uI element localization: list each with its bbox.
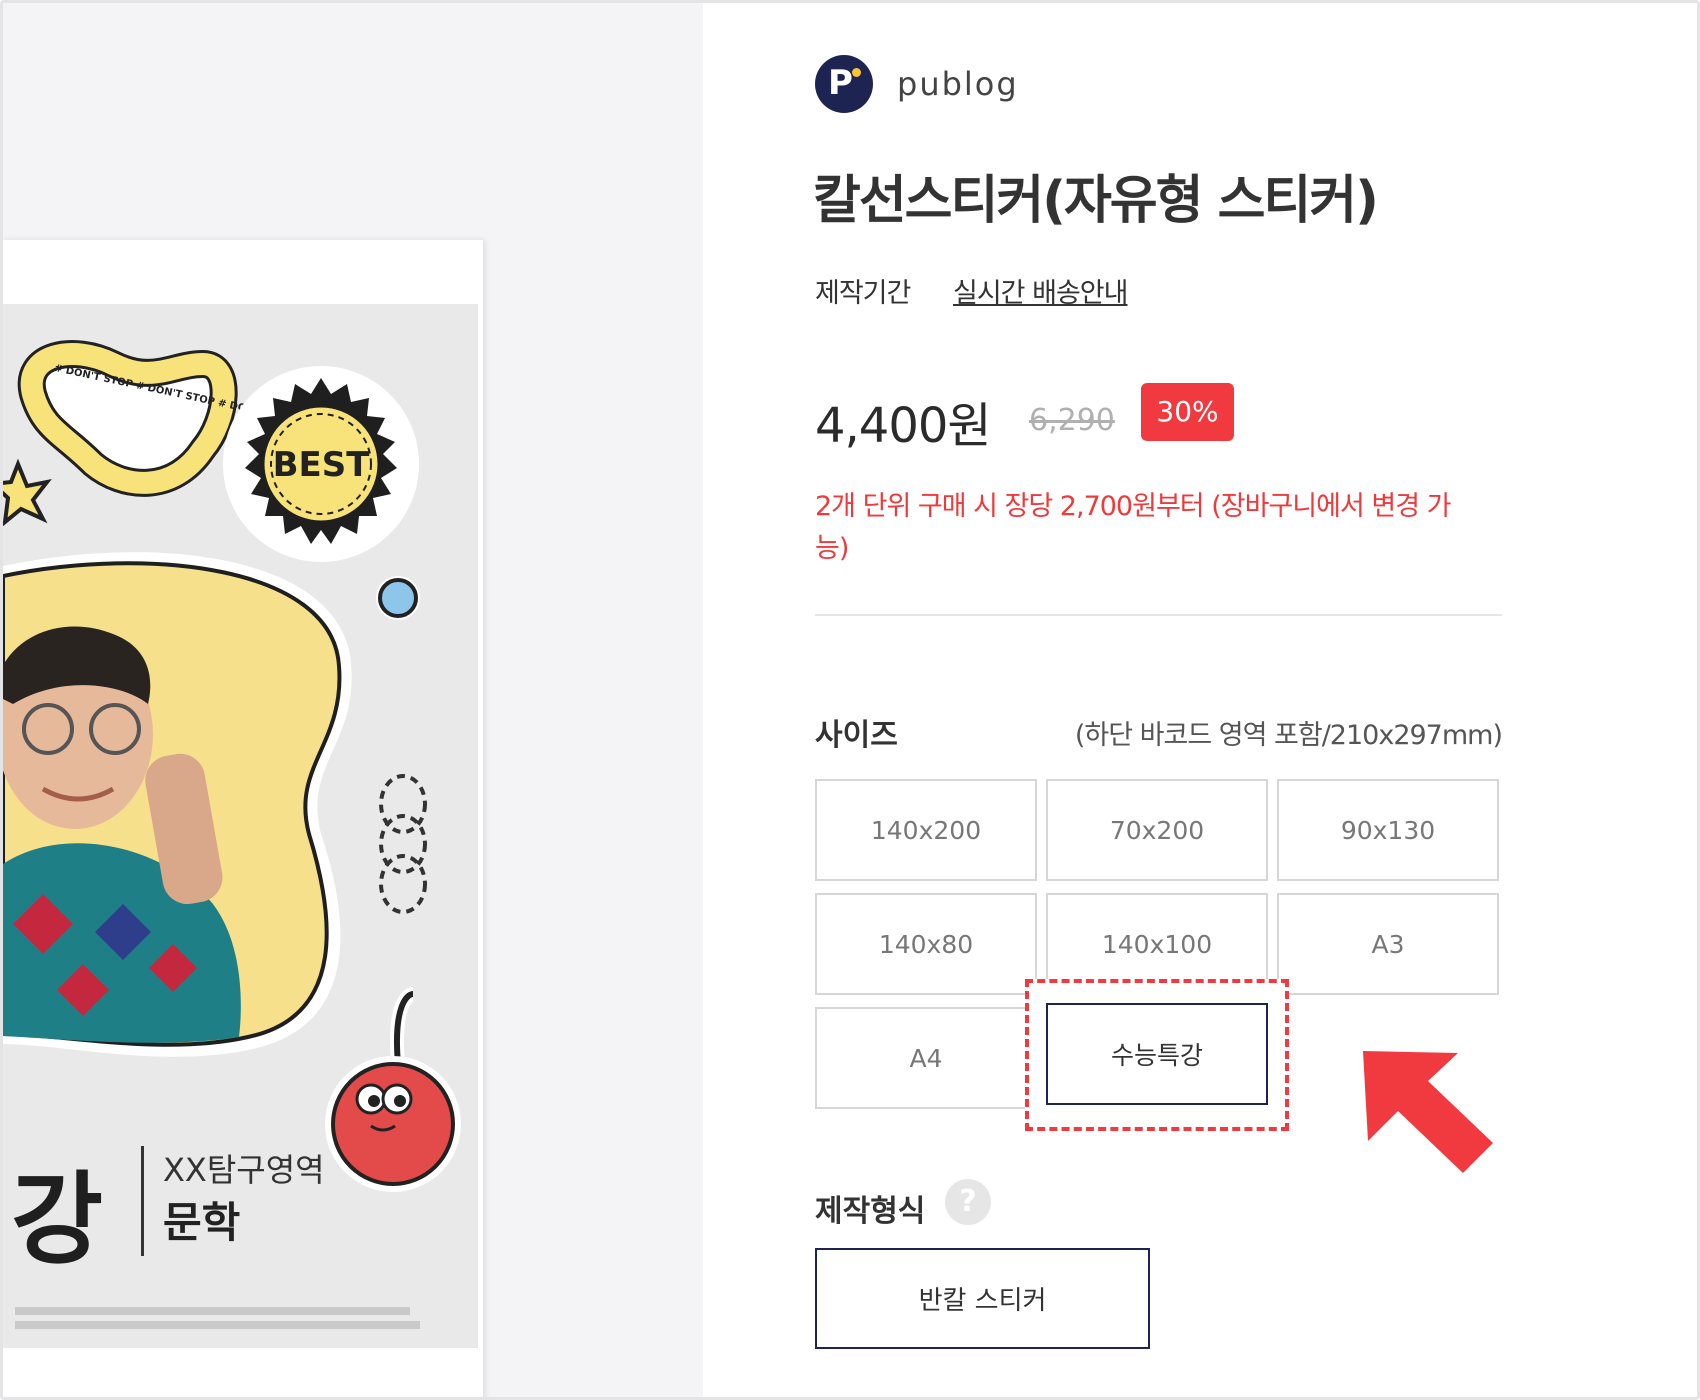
bulk-discount-notice: 2개 단위 구매 시 장당 2,700원부터 (장바구니에서 변경 가능) [815, 491, 1451, 564]
star-sticker [3, 458, 52, 527]
poster-big-text: 강 [11, 1161, 103, 1278]
size-option-70x200[interactable]: 70x200 [1046, 779, 1268, 881]
product-title: 칼선스티커(자유형 스티커) [813, 171, 1379, 231]
pointer-arrow-icon [1363, 1051, 1493, 1173]
format-section-label: 제작형식 [815, 1194, 926, 1229]
spring-doodle [379, 774, 427, 914]
product-preview-image: # DON'T STOP # DON'T STOP # DON'T STOP B… [3, 304, 478, 1348]
product-preview-card: # DON'T STOP # DON'T STOP # DON'T STOP B… [3, 240, 483, 1397]
best-badge-sticker: BEST [223, 366, 419, 562]
size-option-140x80[interactable]: 140x80 [815, 893, 1037, 995]
brand-logo-letter: P [828, 63, 853, 103]
size-option-suneung-selected[interactable]: 수능특강 [1046, 1003, 1268, 1105]
brand-name[interactable]: publog [897, 65, 1019, 103]
preview-panel: # DON'T STOP # DON'T STOP # DON'T STOP B… [3, 3, 703, 1397]
size-option-140x200[interactable]: 140x200 [815, 779, 1037, 881]
sticker-sheet-illustration: # DON'T STOP # DON'T STOP # DON'T STOP B… [3, 340, 461, 1329]
size-section-note: (하단 바코드 영역 포함/210x297mm) [1074, 720, 1503, 751]
size-option-a3[interactable]: A3 [1277, 893, 1499, 995]
product-info-panel: P publog 칼선스티커(자유형 스티커) 제작기간 실시간 배송안내 4,… [703, 3, 1697, 1397]
discount-badge: 30% [1141, 383, 1234, 441]
delivery-info-link[interactable]: 실시간 배송안내 [953, 271, 1128, 310]
production-period-label: 제작기간 [815, 278, 911, 309]
poster-divider [141, 1146, 144, 1256]
poster-subject: XX탐구영역 [163, 1151, 325, 1189]
section-divider [815, 614, 1502, 616]
brand-header: P publog [815, 55, 1019, 113]
brand-logo-icon[interactable]: P [815, 55, 873, 113]
poster-bar-2 [15, 1321, 420, 1329]
size-option-90x130[interactable]: 90x130 [1277, 779, 1499, 881]
format-option-half-cut[interactable]: 반칼 스티커 [815, 1248, 1150, 1349]
brand-logo-dot [852, 68, 861, 77]
size-section-label: 사이즈 [815, 718, 898, 753]
poster-subtitle: 문학 [163, 1198, 240, 1247]
sale-price: 4,400원 [815, 398, 992, 454]
cherry-sticker [325, 987, 461, 1192]
screenshot-frame: # DON'T STOP # DON'T STOP # DON'T STOP B… [0, 0, 1700, 1400]
poster-bar-1 [15, 1307, 410, 1315]
help-icon[interactable]: ? [945, 1179, 991, 1225]
original-price: 6,290 [1029, 403, 1115, 438]
size-option-a4[interactable]: A4 [815, 1007, 1037, 1109]
best-badge-text: BEST [273, 445, 371, 485]
